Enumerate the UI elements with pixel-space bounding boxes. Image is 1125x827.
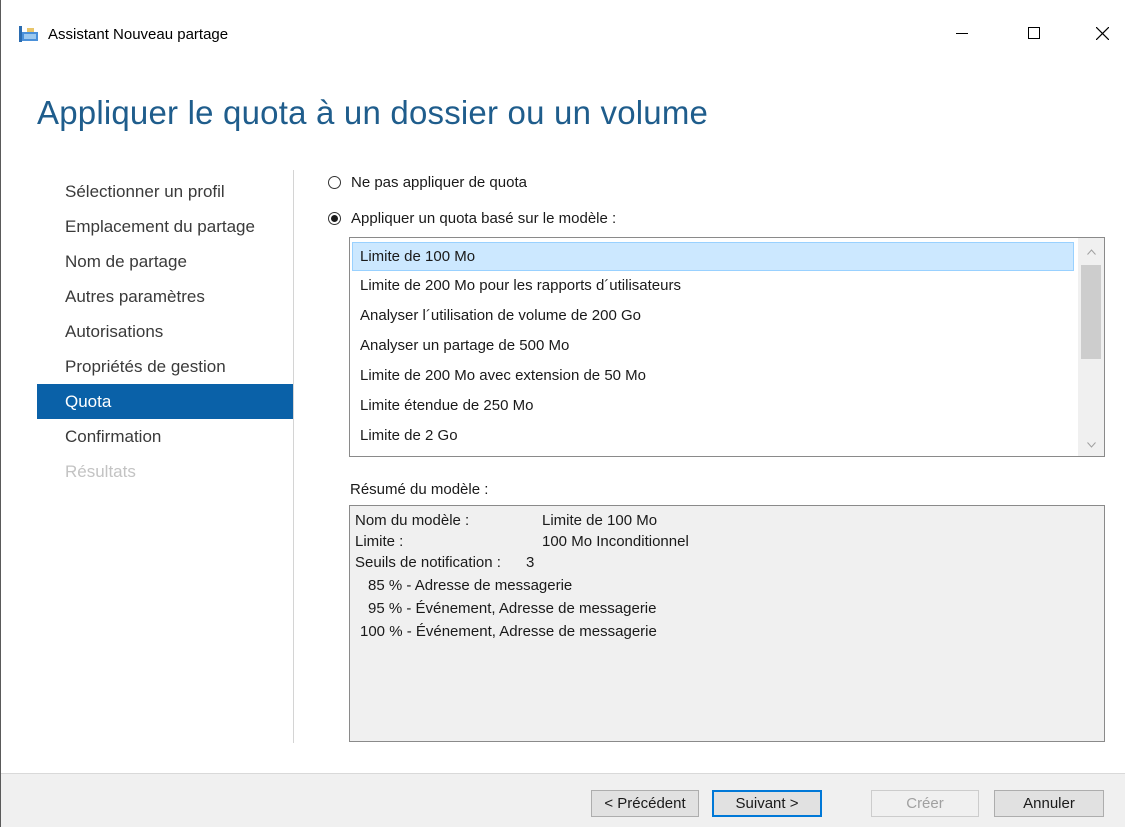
- minimize-button[interactable]: [939, 14, 985, 52]
- list-scrollbar[interactable]: [1078, 238, 1104, 456]
- list-item[interactable]: Limite de 2 Go: [352, 421, 1074, 450]
- wizard-steps-nav: Sélectionner un profil Emplacement du pa…: [37, 174, 293, 489]
- limit-key: Limite :: [355, 533, 404, 550]
- threshold-item: 100 % - Événement, Adresse de messagerie: [360, 623, 657, 640]
- nav-item-select-profile[interactable]: Sélectionner un profil: [37, 174, 293, 209]
- window-title: Assistant Nouveau partage: [48, 26, 229, 43]
- chevron-up-icon: [1086, 242, 1096, 260]
- new-share-wizard-window: Assistant Nouveau partage Appliquer le q…: [0, 0, 1125, 827]
- minimize-icon: [956, 27, 968, 39]
- limit-value: 100 Mo Inconditionnel: [542, 533, 689, 550]
- list-item[interactable]: Limite étendue de 250 Mo: [352, 391, 1074, 420]
- nav-item-management-properties[interactable]: Propriétés de gestion: [37, 349, 293, 384]
- close-icon: [1095, 26, 1109, 40]
- list-item[interactable]: Analyser un partage de 500 Mo: [352, 331, 1074, 360]
- nav-item-permissions[interactable]: Autorisations: [37, 314, 293, 349]
- chevron-down-icon: [1086, 435, 1096, 453]
- title-bar: Assistant Nouveau partage: [1, 0, 1125, 58]
- page-title: Appliquer le quota à un dossier ou un vo…: [37, 94, 709, 131]
- summary-label: Résumé du modèle :: [350, 481, 489, 498]
- nav-item-results: Résultats: [65, 462, 136, 481]
- close-button[interactable]: [1079, 14, 1125, 52]
- next-button[interactable]: Suivant >: [712, 790, 822, 817]
- scroll-up-button[interactable]: [1078, 242, 1104, 259]
- maximize-button[interactable]: [1011, 14, 1057, 52]
- list-item[interactable]: Limite de 200 Mo avec extension de 50 Mo: [352, 361, 1074, 390]
- create-button: Créer: [871, 790, 979, 817]
- scroll-down-button[interactable]: [1078, 435, 1104, 452]
- nav-item-share-name[interactable]: Nom de partage: [37, 244, 293, 279]
- share-app-icon: [19, 26, 39, 42]
- quota-template-list[interactable]: Limite de 100 Mo Limite de 200 Mo pour l…: [349, 237, 1105, 457]
- threshold-item: 95 % - Événement, Adresse de messagerie: [368, 600, 657, 617]
- nav-item-other-settings[interactable]: Autres paramètres: [37, 279, 293, 314]
- nav-item-share-location[interactable]: Emplacement du partage: [37, 209, 293, 244]
- template-quota-label: Appliquer un quota basé sur le modèle :: [351, 210, 617, 227]
- previous-button[interactable]: < Précédent: [591, 790, 699, 817]
- template-summary-box[interactable]: Nom du modèle : Limite de 100 Mo Limite …: [349, 505, 1105, 742]
- list-item[interactable]: Analyser l´utilisation de volume de 200 …: [352, 301, 1074, 330]
- no-quota-option[interactable]: Ne pas appliquer de quota: [328, 174, 527, 191]
- nav-divider: [293, 170, 294, 743]
- maximize-icon: [1028, 27, 1040, 39]
- template-quota-radio[interactable]: [328, 212, 341, 225]
- threshold-item: 85 % - Adresse de messagerie: [368, 577, 573, 594]
- template-quota-option[interactable]: Appliquer un quota basé sur le modèle :: [328, 210, 616, 227]
- template-name-key: Nom du modèle :: [355, 512, 470, 529]
- nav-item-confirmation[interactable]: Confirmation: [37, 419, 293, 454]
- scroll-thumb[interactable]: [1081, 265, 1101, 359]
- thresholds-key: Seuils de notification :: [355, 554, 501, 571]
- no-quota-label: Ne pas appliquer de quota: [351, 174, 527, 191]
- template-name-value: Limite de 100 Mo: [542, 512, 658, 529]
- list-item[interactable]: Limite de 200 Mo pour les rapports d´uti…: [352, 271, 1074, 300]
- nav-item-quota[interactable]: Quota: [37, 384, 293, 419]
- thresholds-value: 3: [526, 554, 535, 571]
- cancel-button[interactable]: Annuler: [994, 790, 1104, 817]
- list-item[interactable]: Limite de 100 Mo: [352, 242, 1074, 271]
- no-quota-radio[interactable]: [328, 176, 341, 189]
